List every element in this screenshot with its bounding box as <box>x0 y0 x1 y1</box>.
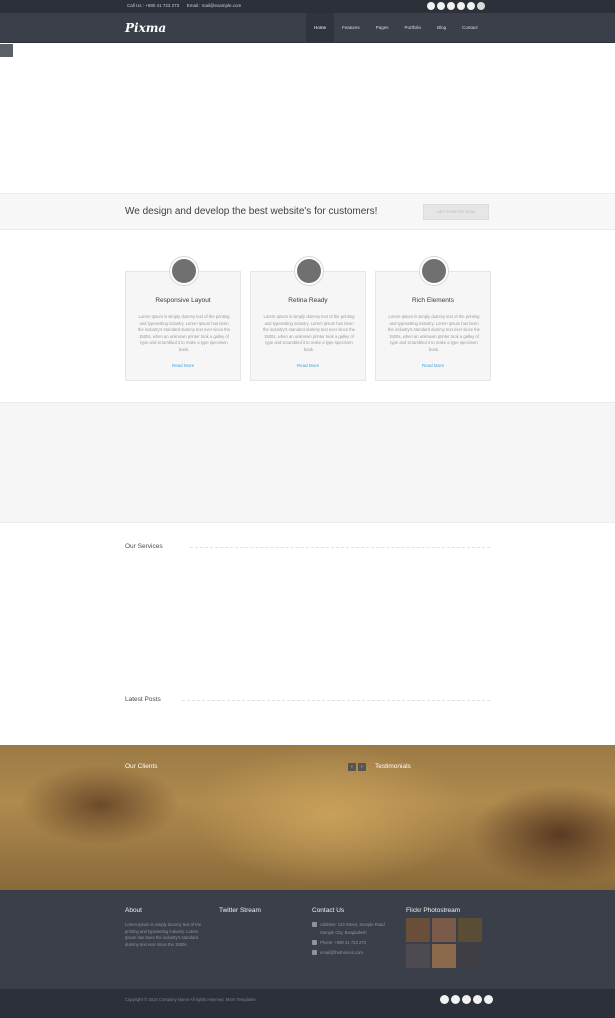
dribbble-icon[interactable] <box>473 995 482 1004</box>
google-plus-icon[interactable] <box>484 995 493 1004</box>
feature-title: Responsive Layout <box>155 297 211 304</box>
topbar-email: Email : mail@example.com <box>186 3 242 8</box>
feature-card: Responsive Layout Lorem Ipsum is simply … <box>125 257 241 381</box>
services-divider <box>190 547 490 548</box>
flickr-thumbnail[interactable] <box>432 918 456 942</box>
copyright-text: Copyright © 2014 Company Name All rights… <box>125 997 225 1002</box>
footer-about-text: Lorem Ipsum is simply dummy text of the … <box>125 922 202 947</box>
nav-item-portfolio[interactable]: Portfolio <box>397 13 430 43</box>
flickr-thumbnail[interactable] <box>458 918 482 942</box>
mail-icon <box>312 950 317 956</box>
clients-testimonials-section: Our Clients ‹ › Testimonials <box>0 745 615 890</box>
home-icon <box>312 922 317 928</box>
cta-headline: We design and develop the best website's… <box>125 206 378 217</box>
google-plus-icon[interactable] <box>467 2 475 10</box>
gray-section <box>0 402 615 523</box>
feature-title: Retina Ready <box>288 297 328 304</box>
feature-text: Lorem Ipsum is simply dummy text of the … <box>262 314 356 352</box>
facebook-icon[interactable] <box>440 995 449 1004</box>
rss-icon[interactable] <box>477 2 485 10</box>
read-more-link[interactable]: Read More <box>376 363 490 368</box>
twitter-icon[interactable] <box>451 995 460 1004</box>
main-header: Pixma Home Features Pages Portfolio Blog… <box>0 13 615 43</box>
top-bar: Call Us : +880 41 723 273 Email : mail@e… <box>0 0 615 13</box>
feature-card: Rich Elements Lorem Ipsum is simply dumm… <box>375 257 491 381</box>
chevron-left-icon[interactable]: ‹ <box>348 763 356 771</box>
nav-item-pages[interactable]: Pages <box>368 13 397 43</box>
call-to-action: We design and develop the best website's… <box>0 193 615 230</box>
flickr-thumbnail[interactable] <box>432 944 456 968</box>
phone-icon <box>312 940 317 946</box>
footer-about-title: About <box>125 907 142 914</box>
nav-item-features[interactable]: Features <box>334 13 368 43</box>
flickr-thumbnail[interactable] <box>406 944 430 968</box>
footer-contact-phone: Phone: +880 41 723 273 <box>312 940 366 946</box>
nav-item-home[interactable]: Home <box>306 13 335 43</box>
more-templates-link[interactable]: More Templates <box>226 997 256 1002</box>
linkedin-icon[interactable] <box>462 995 471 1004</box>
services-heading: Our Services <box>125 543 163 550</box>
latest-posts-heading: Latest Posts <box>125 696 161 703</box>
twitter-icon[interactable] <box>437 2 445 10</box>
flickr-thumbnail[interactable] <box>406 918 430 942</box>
footer-contact-address: Address: 123 Street, Sample Road <box>312 922 385 928</box>
main-nav: Home Features Pages Portfolio Blog Conta… <box>306 13 486 43</box>
footer-twitter-title: Twitter Stream <box>219 907 261 914</box>
topbar-contact: Call Us : +880 41 723 273 Email : mail@e… <box>127 3 241 8</box>
linkedin-icon[interactable] <box>447 2 455 10</box>
read-more-link[interactable]: Read More <box>251 363 365 368</box>
feature-icon <box>295 257 323 285</box>
feature-title: Rich Elements <box>412 297 454 304</box>
feature-icon <box>170 257 198 285</box>
feature-card: Retina Ready Lorem Ipsum is simply dummy… <box>250 257 366 381</box>
footer-contact-city: Sample City, Bangladesh <box>320 930 367 935</box>
copyright: Copyright © 2014 Company Name All rights… <box>125 996 305 1003</box>
feature-text: Lorem Ipsum is simply dummy text of the … <box>137 314 231 352</box>
read-more-link[interactable]: Read More <box>126 363 240 368</box>
footer-flickr-title: Flickr Photostream <box>406 907 461 914</box>
nav-item-contact[interactable]: Contact <box>454 13 486 43</box>
footer-contact-title: Contact Us <box>312 907 345 914</box>
slider-toggle-button[interactable] <box>0 44 13 57</box>
clients-nav: ‹ › <box>348 763 366 771</box>
testimonials-heading: Testimonials <box>375 763 411 770</box>
site-logo[interactable]: Pixma <box>125 21 166 35</box>
topbar-social <box>427 2 485 10</box>
facebook-icon[interactable] <box>427 2 435 10</box>
latest-posts-divider <box>182 700 490 701</box>
dribbble-icon[interactable] <box>457 2 465 10</box>
flickr-thumbnail[interactable] <box>458 944 482 968</box>
get-started-button[interactable]: GET STARTED NOW <box>423 204 489 220</box>
feature-icon <box>420 257 448 285</box>
footer-social <box>440 995 493 1004</box>
bottom-bar: Copyright © 2014 Company Name All rights… <box>0 989 615 1018</box>
clients-heading: Our Clients <box>125 763 158 770</box>
feature-text: Lorem Ipsum is simply dummy text of the … <box>387 314 481 352</box>
nav-item-blog[interactable]: Blog <box>429 13 454 43</box>
flickr-thumbnails <box>406 918 482 968</box>
chevron-right-icon[interactable]: › <box>358 763 366 771</box>
topbar-phone: Call Us : +880 41 723 273 <box>127 3 180 8</box>
footer: About Lorem Ipsum is simply dummy text o… <box>0 890 615 989</box>
footer-contact-email[interactable]: email@thethemes.com <box>312 950 363 956</box>
